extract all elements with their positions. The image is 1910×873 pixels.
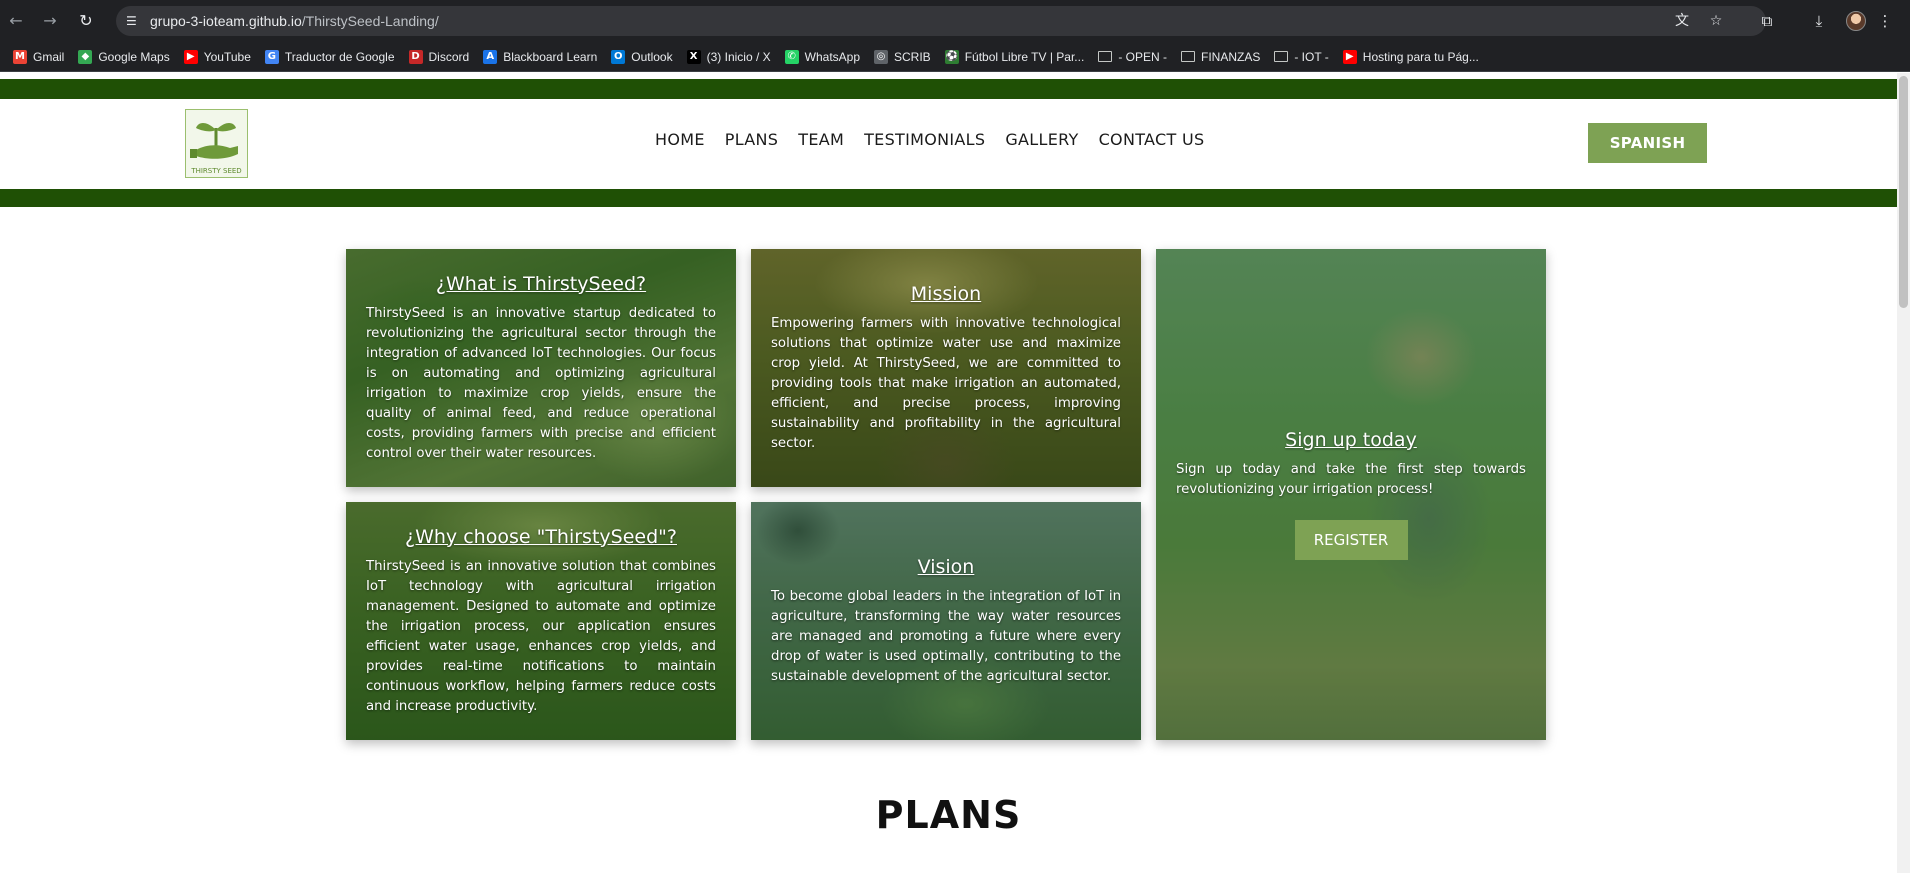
bookmark-label: Gmail	[33, 49, 65, 64]
bookmark-item[interactable]: ▶ YouTube	[177, 45, 258, 69]
x-icon: X	[686, 49, 701, 64]
why-choose-title[interactable]: ¿Why choose "ThirstySeed"?	[366, 526, 716, 548]
forward-icon[interactable]: →	[38, 9, 62, 33]
mission-card: Mission Empowering farmers with innovati…	[751, 249, 1141, 487]
bookmark-item[interactable]: M Gmail	[6, 45, 71, 69]
mission-title[interactable]: Mission	[771, 283, 1121, 305]
vision-title[interactable]: Vision	[771, 556, 1121, 578]
translate-page-icon[interactable]: 文	[1672, 11, 1692, 31]
discord-icon: D	[408, 49, 423, 64]
profile-avatar[interactable]	[1846, 11, 1866, 31]
gmail-icon: M	[13, 49, 27, 64]
address-bar[interactable]: ☰ grupo-3-ioteam.github.io/ThirstySeed-L…	[116, 6, 1766, 36]
translate-icon: G	[264, 49, 279, 64]
url-path: /ThirstySeed-Landing/	[301, 13, 439, 29]
bookmark-label: Hosting para tu Pág...	[1362, 49, 1479, 64]
site-header: THIRSTY SEED HOME PLANS TEAM TESTIMONIALS GA…	[0, 99, 1897, 189]
bookmark-item[interactable]: ◆ Google Maps	[71, 45, 176, 69]
page-viewport: THIRSTY SEED HOME PLANS TEAM TESTIMONIALS GA…	[0, 73, 1910, 873]
what-is-title[interactable]: ¿What is ThirstySeed?	[366, 273, 716, 295]
bookmark-label: Fútbol Libre TV | Par...	[964, 49, 1085, 64]
bookmark-label: Discord	[428, 49, 470, 64]
bookmark-label: FINANZAS	[1200, 49, 1261, 64]
bookmark-item[interactable]: ✆ WhatsApp	[778, 45, 867, 69]
browser-toolbar: ← → ↻ ☰ grupo-3-ioteam.github.io/Thirsty…	[0, 0, 1910, 42]
bookmark-item[interactable]: X (3) Inicio / X	[680, 45, 778, 69]
bookmark-label: - OPEN -	[1118, 49, 1167, 64]
page-scrollbar[interactable]	[1897, 73, 1910, 873]
register-button[interactable]: REGISTER	[1294, 520, 1408, 560]
nav-link-home[interactable]: HOME	[655, 130, 705, 149]
folder-icon	[1274, 51, 1289, 62]
nav-link-gallery[interactable]: GALLERY	[1005, 130, 1078, 149]
url-host: grupo-3-ioteam.github.io	[150, 13, 302, 29]
bookmark-label: Outlook	[631, 49, 673, 64]
what-is-text: ThirstySeed is an innovative startup ded…	[366, 305, 716, 461]
outlook-icon: O	[611, 49, 626, 64]
signup-text: Sign up today and take the first step to…	[1176, 462, 1526, 497]
whatsapp-icon: ✆	[784, 49, 799, 64]
bookmark-item[interactable]: ◎ SCRIB	[867, 45, 938, 69]
maps-icon: ◆	[78, 49, 93, 64]
signup-title[interactable]: Sign up today	[1176, 429, 1526, 451]
bookmark-item[interactable]: D Discord	[402, 45, 477, 69]
bookmark-item[interactable]: A Blackboard Learn	[476, 45, 604, 69]
bookmark-label: Blackboard Learn	[503, 49, 598, 64]
plans-section-title: PLANS	[875, 793, 1022, 837]
bottom-green-band	[0, 189, 1897, 207]
bookmark-label: WhatsApp	[804, 49, 860, 64]
bookmarks-bar: M Gmail ◆ Google Maps ▶ YouTube G Traductor de …	[0, 42, 1910, 72]
bookmark-item[interactable]: G Traductor de Google	[258, 45, 402, 69]
back-icon[interactable]: ←	[4, 9, 28, 33]
reload-icon[interactable]: ↻	[74, 9, 98, 33]
folder-icon	[1098, 51, 1113, 62]
site-info-icon[interactable]: ☰	[126, 13, 142, 29]
bookmark-item[interactable]: ⚽ Fútbol Libre TV | Par...	[938, 45, 1092, 69]
extensions-icon[interactable]: ⧉	[1756, 10, 1778, 32]
blackboard-icon: A	[483, 49, 498, 64]
nav-link-team[interactable]: TEAM	[798, 130, 844, 149]
why-choose-text: ThirstySeed is an innovative solution th…	[366, 558, 716, 714]
bookmark-star-icon[interactable]: ☆	[1706, 11, 1726, 31]
bookmark-item[interactable]: O Outlook	[604, 45, 679, 69]
vision-card: Vision To become global leaders in the i…	[751, 502, 1141, 740]
what-is-card: ¿What is ThirstySeed? ThirstySeed is an …	[346, 249, 736, 487]
why-choose-card: ¿Why choose "ThirstySeed"? ThirstySeed i…	[346, 502, 736, 740]
youtube-icon: ▶	[183, 49, 198, 64]
bookmark-item[interactable]: FINANZAS	[1174, 45, 1267, 69]
menu-dots-icon[interactable]: ⋮	[1874, 10, 1896, 32]
mission-text: Empowering farmers with innovative techn…	[771, 315, 1121, 451]
vision-text: To become global leaders in the integrat…	[771, 588, 1121, 684]
bookmark-label: Traductor de Google	[284, 49, 395, 64]
scrollbar-thumb[interactable]	[1899, 76, 1908, 308]
signup-card: Sign up today Sign up today and take the…	[1156, 249, 1546, 740]
logo-wordmark: THIRSTY SEED	[191, 167, 242, 175]
top-green-band	[0, 79, 1897, 99]
nav-link-testimonials[interactable]: TESTIMONIALS	[864, 130, 985, 149]
language-toggle-button[interactable]: SPANISH	[1588, 123, 1707, 163]
bookmark-label: (3) Inicio / X	[706, 49, 771, 64]
url-text[interactable]: grupo-3-ioteam.github.io/ThirstySeed-Lan…	[150, 13, 439, 29]
folder-icon	[1180, 51, 1195, 62]
bookmark-item[interactable]: - OPEN -	[1091, 45, 1174, 69]
thirstyseed-logo[interactable]: THIRSTY SEED	[185, 109, 248, 178]
downloads-icon[interactable]: ⤓	[1808, 10, 1830, 32]
bookmark-label: SCRIB	[894, 49, 931, 64]
nav-link-contact-us[interactable]: CONTACT US	[1099, 130, 1205, 149]
seedling-hand-icon	[190, 123, 238, 159]
bookmark-item[interactable]: - IOT -	[1267, 45, 1335, 69]
globe-icon: ◎	[874, 49, 888, 64]
football-icon: ⚽	[944, 49, 959, 64]
nav-link-plans[interactable]: PLANS	[725, 130, 779, 149]
main-nav: HOME PLANS TEAM TESTIMONIALS GALLERY CONTACT …	[655, 130, 1204, 149]
bookmark-label: - IOT -	[1294, 49, 1329, 64]
youtube-icon: ▶	[1342, 49, 1357, 64]
bookmark-item[interactable]: ▶ Hosting para tu Pág...	[1336, 45, 1486, 69]
bookmark-label: Google Maps	[98, 49, 170, 64]
bookmark-label: YouTube	[203, 49, 251, 64]
